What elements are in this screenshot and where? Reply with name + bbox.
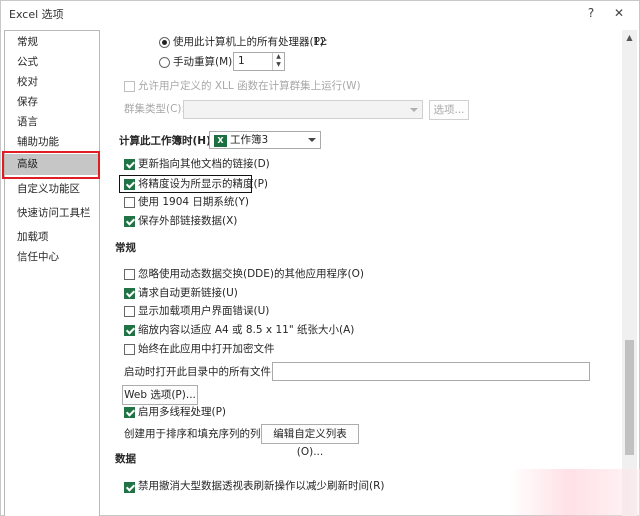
help-icon[interactable]: ? bbox=[579, 3, 603, 23]
sidebar-nav: 常规 公式 校对 保存 语言 辅助功能 高级 自定义功能区 快速访问工具栏 加载… bbox=[4, 30, 100, 516]
ignore-dde-checkbox[interactable] bbox=[124, 269, 135, 280]
workbook-select-value: 工作簿3 bbox=[230, 134, 269, 146]
date-1904-label: 使用 1904 日期系统(Y) bbox=[138, 196, 250, 208]
workbook-select[interactable]: X 工作簿3 bbox=[209, 131, 321, 149]
ignore-dde-label: 忽略使用动态数据交换(DDE)的其他应用程序(O) bbox=[138, 268, 364, 280]
edit-custom-lists-button[interactable]: 编辑自定义列表(O)... bbox=[261, 424, 359, 458]
cluster-type-label: 群集类型(C): bbox=[124, 103, 186, 115]
sidebar-item-trust-center[interactable]: 信任中心 bbox=[5, 247, 99, 268]
sidebar-item-general[interactable]: 常规 bbox=[5, 32, 99, 53]
xll-cluster-label: 允许用户定义的 XLL 函数在计算群集上运行(W) bbox=[138, 80, 361, 92]
chevron-down-icon bbox=[308, 138, 316, 142]
multithread-label: 启用多线程处理(P) bbox=[138, 406, 227, 418]
open-encrypted-label: 始终在此应用中打开加密文件 bbox=[138, 343, 275, 355]
processor-count: 12 bbox=[313, 36, 327, 48]
sidebar-item-formulas[interactable]: 公式 bbox=[5, 52, 99, 73]
disable-undo-pivot-checkbox[interactable] bbox=[124, 482, 135, 493]
excel-workbook-icon: X bbox=[214, 135, 227, 147]
startup-folder-label: 启动时打开此目录中的所有文件(L): bbox=[124, 366, 289, 378]
all-processors-radio[interactable] bbox=[159, 37, 170, 48]
manual-processors-input[interactable]: 1 ▲ ▼ bbox=[233, 52, 285, 71]
disable-undo-pivot-label: 禁用撤消大型数据透视表刷新操作以减少刷新时间(R) bbox=[138, 480, 385, 492]
sidebar-item-save[interactable]: 保存 bbox=[5, 92, 99, 113]
xll-cluster-checkbox[interactable] bbox=[124, 81, 135, 92]
web-options-button[interactable]: Web 选项(P)... bbox=[122, 385, 198, 405]
sidebar-item-customize-ribbon[interactable]: 自定义功能区 bbox=[5, 179, 99, 200]
save-external-label: 保存外部链接数据(X) bbox=[138, 215, 238, 227]
workbook-calc-heading: 计算此工作簿时(H): bbox=[119, 135, 216, 147]
excel-options-dialog: Excel 选项 ? ✕ 常规 公式 校对 保存 语言 辅助功能 高级 自定义功… bbox=[0, 0, 640, 516]
data-heading: 数据 bbox=[115, 453, 136, 465]
open-encrypted-checkbox[interactable] bbox=[124, 344, 135, 355]
scrollbar-thumb[interactable] bbox=[625, 340, 634, 455]
processors-spinner[interactable]: ▲ ▼ bbox=[272, 53, 284, 70]
window-title: Excel 选项 bbox=[9, 8, 64, 21]
title-bar: Excel 选项 ? ✕ bbox=[1, 1, 639, 25]
ask-update-links-checkbox[interactable] bbox=[124, 288, 135, 299]
general-heading: 常规 bbox=[115, 242, 136, 254]
sidebar-item-quick-access-toolbar[interactable]: 快速访问工具栏 bbox=[5, 203, 99, 224]
custom-lists-label: 创建用于排序和填充序列的列表: bbox=[124, 428, 275, 440]
save-external-checkbox[interactable] bbox=[124, 216, 135, 227]
startup-folder-input[interactable] bbox=[272, 362, 590, 381]
update-links-label: 更新指向其他文档的链接(D) bbox=[138, 158, 270, 170]
manual-processors-label: 手动重算(M) bbox=[173, 56, 233, 68]
vertical-scrollbar[interactable]: ▲ bbox=[622, 30, 637, 516]
ask-update-links-label: 请求自动更新链接(U) bbox=[138, 287, 238, 299]
sidebar-item-language[interactable]: 语言 bbox=[5, 112, 99, 133]
cluster-type-select[interactable] bbox=[183, 100, 423, 119]
watermark-overlay bbox=[509, 469, 640, 516]
precision-option-highlight-box bbox=[119, 175, 252, 193]
date-1904-checkbox[interactable] bbox=[124, 197, 135, 208]
sidebar-item-addins[interactable]: 加载项 bbox=[5, 227, 99, 248]
scroll-up-icon[interactable]: ▲ bbox=[622, 32, 637, 44]
manual-processors-radio[interactable] bbox=[159, 57, 170, 68]
advanced-options-panel: 使用此计算机上的所有处理器(P): 12 手动重算(M) 1 ▲ ▼ 允许用户定义… bbox=[105, 30, 621, 516]
manual-processors-value: 1 bbox=[238, 55, 245, 67]
sidebar-item-proofing[interactable]: 校对 bbox=[5, 72, 99, 93]
scale-content-checkbox[interactable] bbox=[124, 325, 135, 336]
close-icon[interactable]: ✕ bbox=[607, 3, 631, 23]
selection-highlight-box bbox=[2, 151, 100, 179]
cluster-options-button[interactable]: 选项... bbox=[429, 100, 469, 120]
addin-errors-checkbox[interactable] bbox=[124, 306, 135, 317]
scale-content-label: 缩放内容以适应 A4 或 8.5 x 11" 纸张大小(A) bbox=[138, 324, 355, 336]
update-links-checkbox[interactable] bbox=[124, 159, 135, 170]
addin-errors-label: 显示加载项用户界面错误(U) bbox=[138, 305, 270, 317]
multithread-checkbox[interactable] bbox=[124, 407, 135, 418]
chevron-down-icon bbox=[410, 108, 418, 112]
all-processors-label: 使用此计算机上的所有处理器(P): bbox=[173, 36, 328, 48]
sidebar-item-accessibility[interactable]: 辅助功能 bbox=[5, 132, 99, 153]
